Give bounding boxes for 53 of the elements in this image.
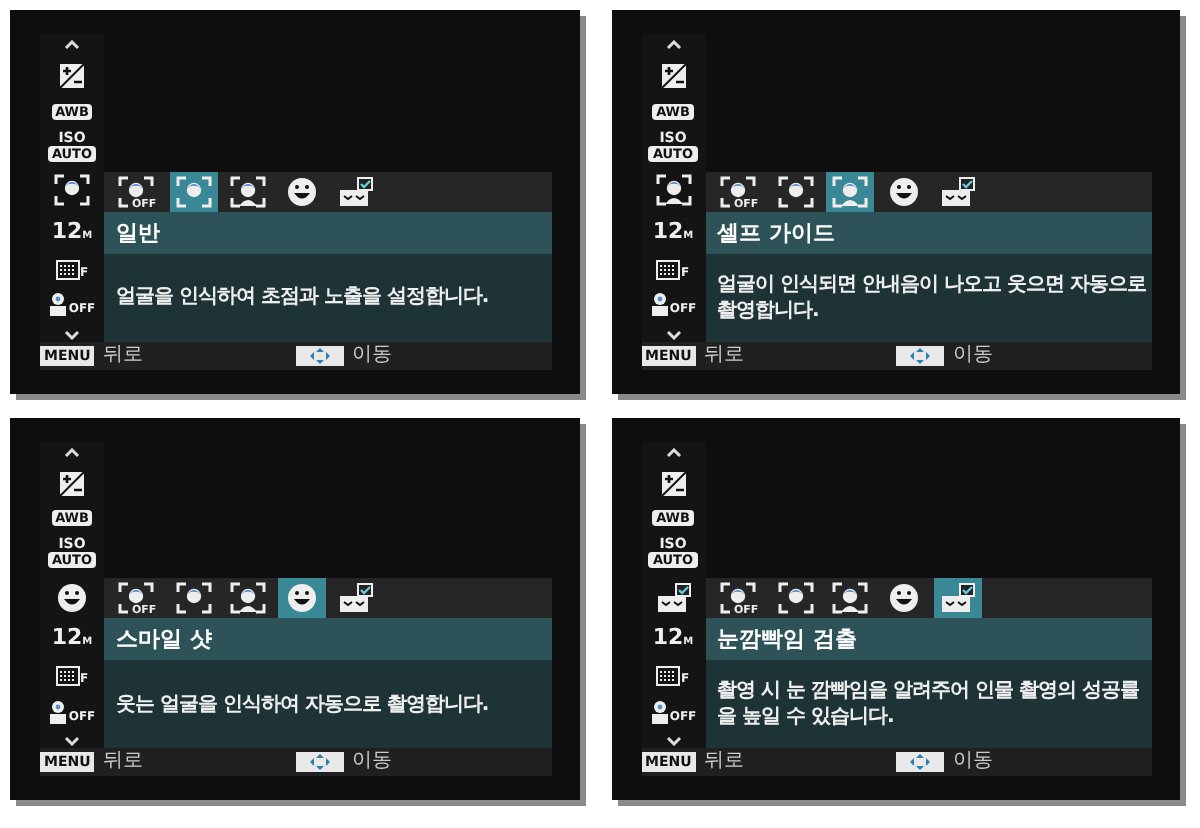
face-mode-option[interactable]: [278, 578, 326, 618]
scroll-up-icon: [665, 447, 681, 457]
option-title: 스마일 샷: [104, 618, 551, 660]
back-label: 뒤로: [102, 750, 143, 774]
back-label: 뒤로: [102, 343, 143, 367]
option-description: 얼굴을 인식하여 초점과 노출을 설정합니다.: [116, 284, 489, 310]
face-frame-icon: [777, 582, 813, 614]
move-label: 이동: [351, 343, 392, 367]
move-label: 이동: [351, 750, 392, 774]
face-frame-icon: [54, 174, 90, 207]
face-frame-icon: [176, 582, 212, 614]
navigation-key-icon: [295, 345, 344, 365]
option-description: 웃는 얼굴을 인식하여 자동으로 촬영합니다.: [116, 691, 489, 717]
face-mode-option[interactable]: [825, 171, 873, 211]
exposure-icon: [58, 62, 86, 91]
scroll-down-icon: [665, 329, 681, 339]
exposure-icon: [58, 469, 86, 498]
smiley-icon: [887, 582, 919, 614]
scroll-down-icon: [64, 329, 80, 339]
navigation-key-icon: [896, 345, 945, 365]
face-frame-person-icon: [831, 175, 867, 207]
face-frame-person-icon: [230, 582, 266, 614]
back-label: 뒤로: [703, 750, 744, 774]
smiley-icon: [286, 582, 318, 614]
eye-check-icon: [655, 581, 691, 614]
scroll-up-icon: [64, 447, 80, 457]
face-frame-icon: [176, 175, 212, 207]
option-title: 눈깜빡임 검출: [705, 618, 1152, 660]
smiley-icon: [56, 581, 88, 614]
option-description: 얼굴이 인식되면 안내음이 나오고 웃으면 자동으로 촬영합니다.: [717, 271, 1148, 323]
face-frame-person-icon: [230, 175, 266, 207]
move-label: 이동: [952, 750, 993, 774]
smiley-icon: [286, 175, 318, 207]
navigation-key-icon: [896, 752, 945, 772]
option-title: 셀프 가이드: [705, 211, 1152, 253]
face-frame-person-icon: [655, 174, 691, 207]
scroll-down-icon: [665, 736, 681, 746]
eye-check-icon: [939, 582, 975, 614]
exposure-icon: [659, 469, 687, 498]
scroll-up-icon: [665, 40, 681, 50]
exposure-icon: [659, 62, 687, 91]
option-description: 촬영 시 눈 깜빡임을 알려주어 인물 촬영의 성공률을 높일 수 있습니다.: [717, 678, 1141, 730]
navigation-key-icon: [295, 752, 344, 772]
face-frame-icon: [777, 175, 813, 207]
back-label: 뒤로: [703, 343, 744, 367]
scroll-up-icon: [64, 40, 80, 50]
face-mode-option[interactable]: [933, 578, 981, 618]
scroll-down-icon: [64, 736, 80, 746]
move-label: 이동: [952, 343, 993, 367]
face-mode-option[interactable]: [170, 171, 218, 211]
face-frame-person-icon: [831, 582, 867, 614]
option-title: 일반: [104, 211, 551, 253]
smiley-icon: [887, 175, 919, 207]
